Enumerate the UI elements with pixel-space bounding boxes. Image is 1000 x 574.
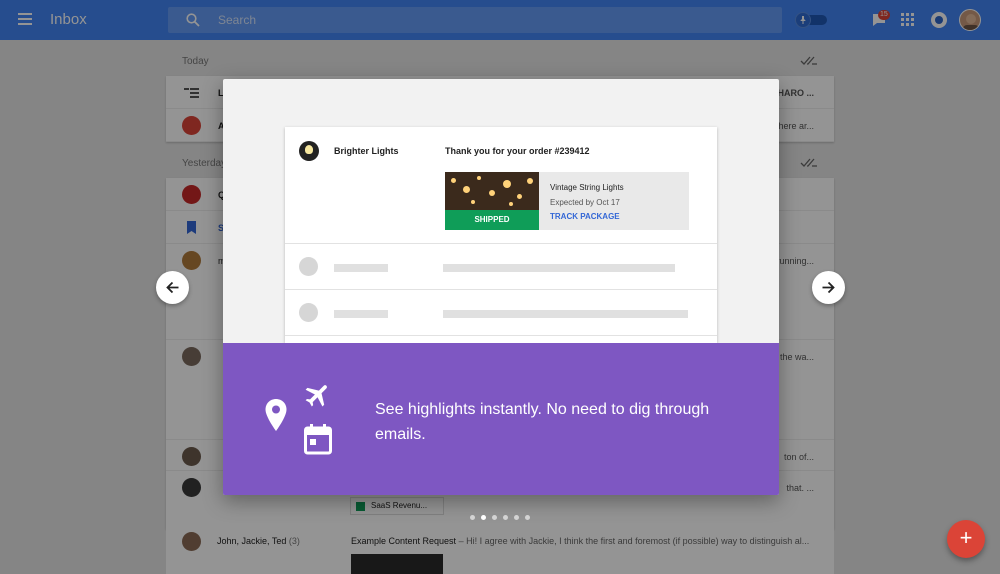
page-dot[interactable] [481, 515, 486, 520]
inbox-preview: Brighter Lights Thank you for your order… [285, 127, 717, 343]
onboarding-dialog: Brighter Lights Thank you for your order… [223, 79, 779, 495]
shipped-label: SHIPPED [445, 210, 539, 230]
compose-button[interactable]: + [947, 520, 985, 558]
page-indicator [470, 515, 534, 523]
preview-sender: Brighter Lights [334, 146, 399, 156]
preview-message: Brighter Lights Thank you for your order… [285, 127, 717, 244]
page-dot[interactable] [525, 515, 530, 520]
location-icon [265, 399, 287, 431]
order-highlight-card: SHIPPED Vintage String Lights Expected b… [445, 172, 689, 230]
product-image: SHIPPED [445, 172, 539, 230]
page-dot[interactable] [492, 515, 497, 520]
feature-banner: See highlights instantly. No need to dig… [223, 343, 779, 495]
previous-button[interactable] [156, 271, 189, 304]
calendar-icon [304, 424, 332, 455]
page-dot[interactable] [514, 515, 519, 520]
add-icon: + [959, 525, 973, 550]
arrow-forward-icon [822, 281, 835, 294]
feature-message: See highlights instantly. No need to dig… [375, 401, 710, 443]
delivery-estimate: Expected by Oct 17 [550, 198, 620, 207]
arrow-back-icon [166, 281, 179, 294]
page-dot[interactable] [470, 515, 475, 520]
next-button[interactable] [812, 271, 845, 304]
track-package-link[interactable]: TRACK PACKAGE [550, 212, 620, 221]
flight-icon [305, 385, 327, 407]
placeholder-row [285, 290, 717, 336]
placeholder-row [285, 244, 717, 290]
product-title: Vintage String Lights [550, 183, 624, 192]
page-dot[interactable] [503, 515, 508, 520]
lightbulb-icon [299, 141, 319, 161]
preview-subject: Thank you for your order #239412 [445, 146, 590, 156]
